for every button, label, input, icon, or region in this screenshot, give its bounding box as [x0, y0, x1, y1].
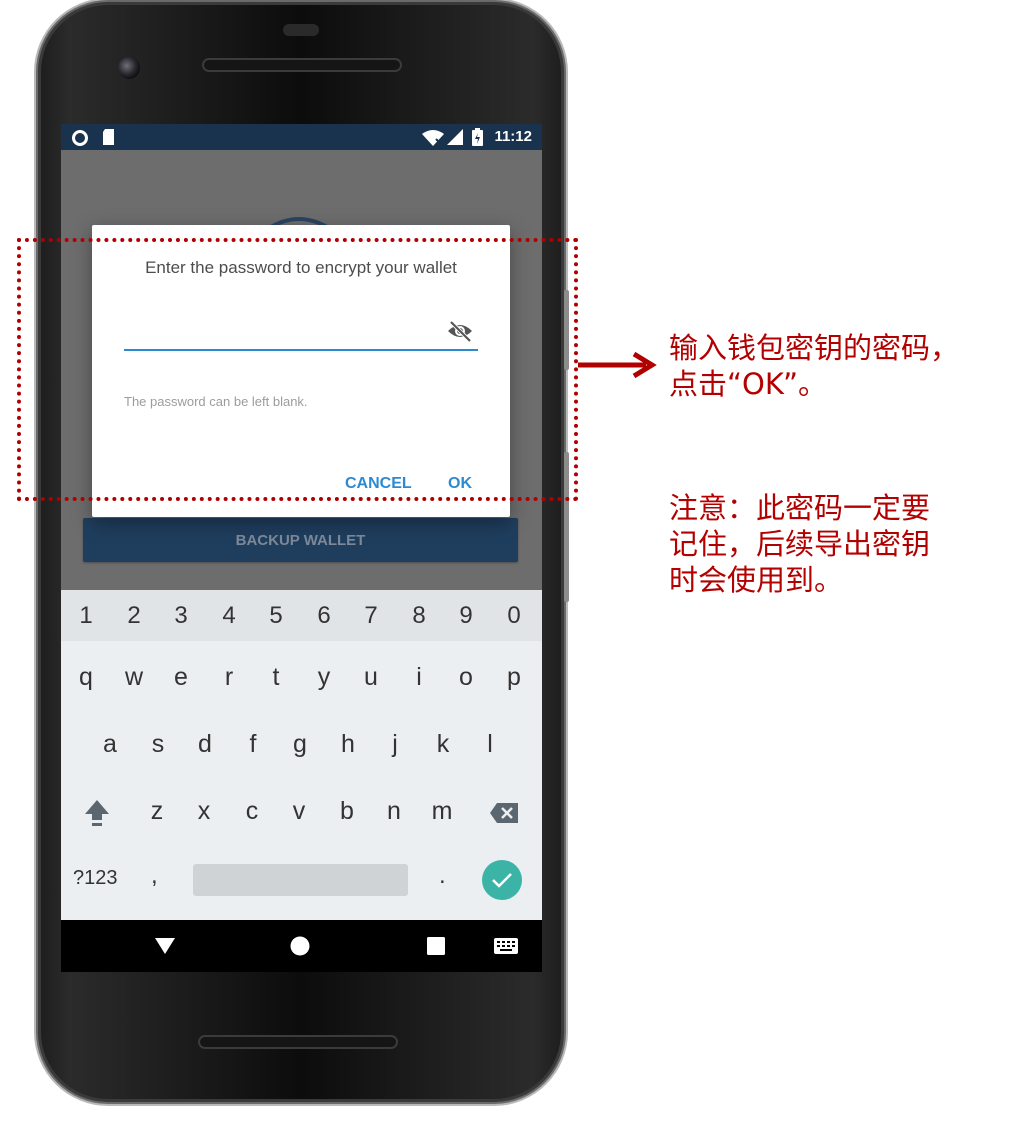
key-m[interactable]: m — [420, 797, 464, 826]
key-2[interactable]: 2 — [112, 602, 156, 630]
wifi-icon — [422, 130, 444, 146]
key-d[interactable]: d — [183, 730, 227, 759]
key-g[interactable]: g — [278, 730, 322, 759]
top-speaker-grille — [202, 58, 402, 72]
annotation-instruction: 输入钱包密钥的密码， 点击“OK”。 — [669, 330, 959, 402]
key-9[interactable]: 9 — [444, 602, 488, 630]
key-y[interactable]: y — [302, 663, 346, 692]
status-bar: 11:12 — [61, 124, 542, 150]
enter-key[interactable] — [482, 860, 522, 900]
backspace-icon[interactable] — [489, 802, 519, 824]
key-q[interactable]: q — [64, 663, 108, 692]
key-i[interactable]: i — [397, 663, 441, 692]
key-t[interactable]: t — [254, 663, 298, 692]
status-time: 11:12 — [494, 128, 532, 145]
annotation-warning: 注意：此密码一定要 记住，后续导出密钥 时会使用到。 — [669, 490, 930, 598]
back-icon[interactable] — [155, 938, 175, 954]
annotation-line: 时会使用到。 — [669, 563, 844, 597]
backup-wallet-label: BACKUP WALLET — [235, 531, 366, 549]
key-v[interactable]: v — [277, 797, 321, 826]
recents-icon[interactable] — [427, 937, 445, 955]
home-icon[interactable] — [290, 936, 310, 956]
notification-circle-icon — [72, 130, 88, 146]
key-h[interactable]: h — [326, 730, 370, 759]
arrow-right-icon — [578, 351, 657, 379]
key-3[interactable]: 3 — [159, 602, 203, 630]
annotation-line: 记住，后续导出密钥 — [669, 527, 931, 561]
key-w[interactable]: w — [112, 663, 156, 692]
key-6[interactable]: 6 — [302, 602, 346, 630]
navigation-bar — [61, 920, 542, 972]
period-key[interactable]: . — [439, 862, 446, 890]
bottom-speaker-grille — [198, 1035, 398, 1049]
key-k[interactable]: k — [421, 730, 465, 759]
key-r[interactable]: r — [207, 663, 251, 692]
checkmark-icon — [492, 873, 512, 888]
symbols-key[interactable]: ?123 — [73, 867, 118, 890]
backup-wallet-button[interactable]: BACKUP WALLET — [83, 518, 518, 562]
key-j[interactable]: j — [373, 730, 417, 759]
key-l[interactable]: l — [468, 730, 512, 759]
key-8[interactable]: 8 — [397, 602, 441, 630]
key-u[interactable]: u — [349, 663, 393, 692]
key-f[interactable]: f — [231, 730, 275, 759]
key-c[interactable]: c — [230, 797, 274, 826]
key-5[interactable]: 5 — [254, 602, 298, 630]
key-0[interactable]: 0 — [492, 602, 536, 630]
cell-signal-icon — [447, 129, 463, 145]
soft-keyboard: 1 2 3 4 5 6 7 8 9 0 q w e r t y u i o p … — [61, 590, 542, 920]
key-1[interactable]: 1 — [64, 602, 108, 630]
annotation-line: 输入钱包密钥的密码， — [669, 331, 960, 365]
key-a[interactable]: a — [88, 730, 132, 759]
key-x[interactable]: x — [182, 797, 226, 826]
key-b[interactable]: b — [325, 797, 369, 826]
earpiece — [283, 24, 319, 36]
key-e[interactable]: e — [159, 663, 203, 692]
comma-key[interactable]: , — [151, 862, 158, 890]
key-s[interactable]: s — [136, 730, 180, 759]
key-o[interactable]: o — [444, 663, 488, 692]
key-n[interactable]: n — [372, 797, 416, 826]
key-p[interactable]: p — [492, 663, 536, 692]
key-z[interactable]: z — [135, 797, 179, 826]
highlight-frame — [17, 238, 578, 501]
front-camera — [118, 57, 140, 79]
annotation-line: 注意：此密码一定要 — [669, 491, 931, 525]
number-row: 1 2 3 4 5 6 7 8 9 0 — [61, 590, 542, 641]
spacebar[interactable] — [193, 864, 408, 896]
key-4[interactable]: 4 — [207, 602, 251, 630]
keyboard-switch-icon[interactable] — [494, 938, 518, 954]
shift-icon[interactable] — [83, 798, 111, 828]
key-7[interactable]: 7 — [349, 602, 393, 630]
sd-card-icon — [103, 129, 114, 145]
battery-charging-icon — [472, 128, 483, 146]
annotation-line: 点击“OK”。 — [669, 367, 827, 401]
